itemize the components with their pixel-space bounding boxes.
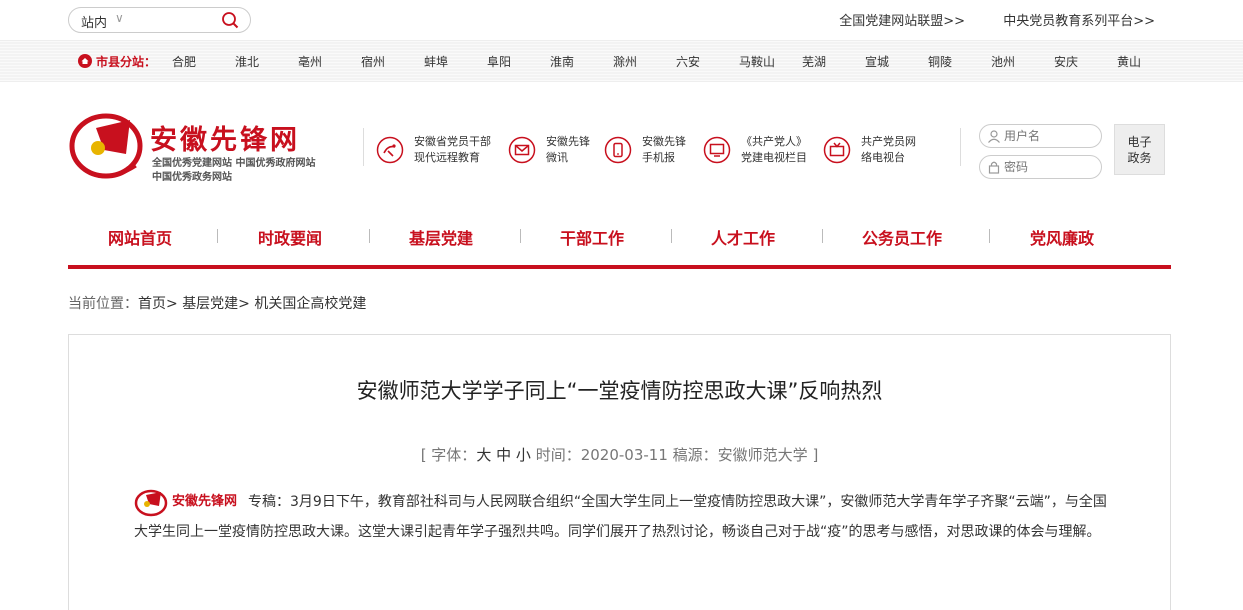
- satellite-icon: [376, 136, 404, 164]
- breadcrumb: 当前位置：首页> 基层党建> 机关国企高校党建: [68, 293, 366, 313]
- meta-source: 稿源：安徽师范大学 ]: [672, 446, 819, 464]
- breadcrumb-home[interactable]: 首页>: [138, 296, 178, 312]
- service-line: 党建电视栏目: [741, 151, 807, 164]
- nav-home[interactable]: 网站首页: [108, 225, 172, 249]
- service-line: 安徽先锋: [642, 135, 686, 148]
- inline-logo-text: 安徽先锋网: [172, 494, 238, 509]
- city-link[interactable]: 六安: [676, 53, 739, 70]
- chevron-down-icon[interactable]: ∨: [115, 11, 124, 25]
- nav-separator: [520, 229, 521, 243]
- article-title: 安徽师范大学学子同上“一堂疫情防控思政大课”反响热烈: [356, 379, 883, 403]
- user-icon: [988, 130, 1000, 143]
- city-link[interactable]: 宣城: [865, 53, 928, 70]
- service-line: 安徽省党员干部: [414, 135, 491, 148]
- divider: [363, 128, 364, 166]
- breadcrumb-current[interactable]: 机关国企高校党建: [254, 296, 366, 312]
- city-link[interactable]: 淮南: [550, 53, 613, 70]
- nav-separator: [369, 229, 370, 243]
- city-link[interactable]: 马鞍山: [739, 53, 802, 70]
- search-icon[interactable]: [221, 11, 239, 29]
- city-bar-label: 市县分站：: [96, 55, 157, 69]
- egov-label: 政务: [1127, 151, 1152, 165]
- article-paragraph: 专稿：3月9日下午，教育部社科司与人民网联合组织“全国大学生同上一堂疫情防控思政…: [134, 494, 1107, 540]
- nav-grassroots[interactable]: 基层党建: [409, 225, 473, 249]
- nav-separator: [989, 229, 990, 243]
- service-line: 微讯: [546, 151, 568, 164]
- link-party-alliance[interactable]: 全国党建网站联盟>>: [839, 14, 965, 29]
- egov-label: 电子: [1127, 135, 1152, 149]
- password-input[interactable]: [1004, 159, 1094, 175]
- service-line: 安徽先锋: [546, 135, 590, 148]
- breadcrumb-prefix: 当前位置：: [68, 296, 138, 312]
- site-search: 站内 ∨: [68, 7, 251, 33]
- nav-separator: [217, 229, 218, 243]
- city-link[interactable]: 黄山: [1117, 53, 1180, 70]
- party-emblem-icon: [69, 113, 143, 179]
- font-size-small[interactable]: 小: [516, 446, 531, 464]
- logo-award-line-1: 全国优秀党建网站 中国优秀政府网站: [152, 158, 316, 169]
- link-party-education[interactable]: 中央党员教育系列平台>>: [1003, 14, 1155, 29]
- username-input[interactable]: [1004, 128, 1094, 144]
- city-link[interactable]: 铜陵: [928, 53, 991, 70]
- service-line: 共产党员网: [861, 135, 916, 148]
- mail-icon: [508, 136, 536, 164]
- nav-civil-servant[interactable]: 公务员工作: [862, 225, 942, 249]
- article-meta: [ 字体：大 中 小 时间：2020-03-11 稿源：安徽师范大学 ]: [69, 444, 1170, 465]
- tv-network-icon: [823, 136, 851, 164]
- search-input[interactable]: [135, 11, 219, 29]
- breadcrumb-grassroots[interactable]: 基层党建>: [182, 296, 250, 312]
- article-body: 安徽先锋网 专稿：3月9日下午，教育部社科司与人民网联合组织“全国大学生同上一堂疫…: [134, 487, 1114, 547]
- nav-separator: [671, 229, 672, 243]
- font-size-medium[interactable]: 中: [496, 446, 511, 464]
- meta-time: 时间：2020-03-11: [535, 446, 668, 464]
- city-link[interactable]: 合肥: [172, 53, 235, 70]
- nav-clean-governance[interactable]: 党风廉政: [1030, 225, 1094, 249]
- city-link[interactable]: 蚌埠: [424, 53, 487, 70]
- service-line: 络电视台: [861, 151, 905, 164]
- city-list: 合肥 淮北 亳州 宿州 蚌埠 阜阳 淮南 滁州 六安 马鞍山 芜湖 宣城 铜陵 池州 安庆 黄山: [172, 53, 1180, 70]
- city-link[interactable]: 淮北: [235, 53, 298, 70]
- city-link[interactable]: 亳州: [298, 53, 361, 70]
- site-logo[interactable]: 安徽先锋网 全国优秀党建网站 中国优秀政府网站 中国优秀政务网站: [68, 110, 348, 185]
- service-line: 手机报: [642, 151, 675, 164]
- egov-button[interactable]: 电子 政务: [1114, 124, 1165, 175]
- nav-talent[interactable]: 人才工作: [711, 225, 775, 249]
- home-icon: [78, 54, 92, 68]
- username-field-wrapper: [979, 124, 1102, 148]
- divider: [960, 128, 961, 166]
- nav-underline: [68, 265, 1171, 269]
- article-card: 安徽师范大学学子同上“一堂疫情防控思政大课”反响热烈 [ 字体：大 中 小 时间…: [68, 334, 1171, 610]
- meta-font-label: [ 字体：: [420, 446, 477, 464]
- password-field-wrapper: [979, 155, 1102, 179]
- nav-cadre[interactable]: 干部工作: [560, 225, 624, 249]
- city-link[interactable]: 芜湖: [802, 53, 865, 70]
- top-links: 全国党建网站联盟>> 中央党员教育系列平台>>: [805, 10, 1155, 29]
- top-bar: 站内 ∨ 全国党建网站联盟>> 中央党员教育系列平台>>: [0, 0, 1243, 40]
- city-bar: 市县分站： 合肥 淮北 亳州 宿州 蚌埠 阜阳 淮南 滁州 六安 马鞍山 芜湖 宣城 铜陵 池州 安庆 黄山: [0, 40, 1243, 82]
- city-link[interactable]: 阜阳: [487, 53, 550, 70]
- search-scope-select[interactable]: 站内: [81, 12, 107, 31]
- main-nav: 网站首页 时政要闻 基层党建 干部工作 人才工作 公务员工作 党风廉政: [68, 213, 1171, 259]
- inline-logo: 安徽先锋网: [134, 487, 248, 517]
- lock-icon: [988, 161, 1000, 174]
- nav-politics[interactable]: 时政要闻: [258, 225, 322, 249]
- service-line: 现代远程教育: [414, 151, 480, 164]
- logo-award-line-2: 中国优秀政务网站: [152, 172, 232, 183]
- logo-title: 安徽先锋网: [150, 125, 300, 156]
- phone-icon: [604, 136, 632, 164]
- party-emblem-icon: [134, 489, 168, 517]
- font-size-large[interactable]: 大: [476, 446, 491, 464]
- city-link[interactable]: 池州: [991, 53, 1054, 70]
- service-line: 《共产党人》: [741, 135, 807, 148]
- tv-icon: [703, 136, 731, 164]
- nav-separator: [822, 229, 823, 243]
- city-link[interactable]: 安庆: [1054, 53, 1117, 70]
- city-link[interactable]: 滁州: [613, 53, 676, 70]
- city-link[interactable]: 宿州: [361, 53, 424, 70]
